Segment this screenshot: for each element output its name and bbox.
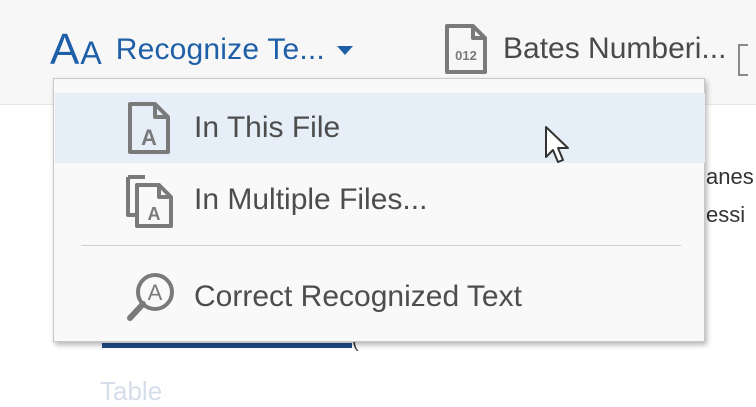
file-ocr-icon: A [128,102,170,154]
menu-item-label: Correct Recognized Text [194,280,522,313]
document-heading-fragment: Table [100,376,163,406]
bates-numbering-icon: 012 [445,24,487,74]
bates-numbering-button[interactable]: 012 Bates Numberi... [443,22,726,76]
menu-item-in-this-file[interactable]: A In This File [55,93,705,163]
recognize-text-icon: AA [50,25,102,74]
menu-item-in-multiple-files[interactable]: A In Multiple Files... [55,165,705,235]
svg-text:A: A [148,204,161,224]
bates-icon-text: 012 [455,48,477,63]
magnify-text-icon: A [127,273,174,321]
svg-text:A: A [141,125,157,150]
menu-item-correct-recognized-text[interactable]: A Correct Recognized Text [55,261,705,333]
document-link-underline [102,343,352,348]
mouse-cursor-icon [545,126,569,163]
document-text-fragment: essi [706,202,746,227]
recognize-text-dropdown-menu: A In This File A In Multiple Files... A … [53,78,705,342]
menu-item-label: In Multiple Files... [194,183,428,216]
partial-toolbar-icon[interactable] [738,44,748,76]
bates-numbering-label: Bates Numberi... [503,32,727,65]
chevron-down-icon[interactable] [336,45,353,55]
svg-text:A: A [148,280,163,305]
menu-divider [81,245,681,246]
menu-item-label: In This File [194,111,341,144]
recognize-text-label: Recognize Te... [115,33,325,66]
recognize-text-button[interactable]: AA Recognize Te... [50,24,353,76]
document-text-fragment: anes [706,164,754,189]
multiple-files-ocr-icon: A [126,175,173,228]
